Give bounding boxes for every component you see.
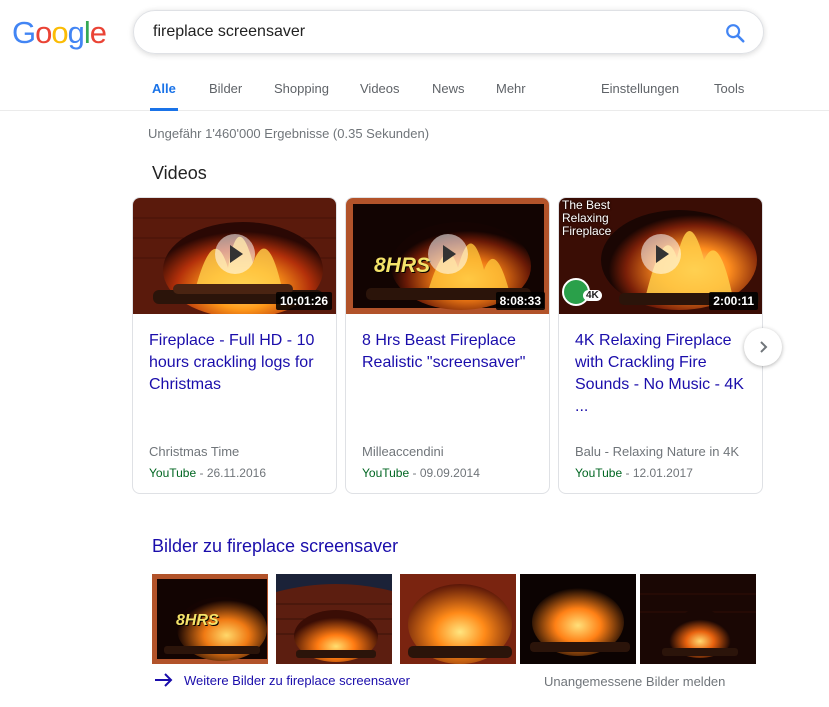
video-thumbnail[interactable]: 10:01:26 — [133, 198, 336, 314]
tab-mehr[interactable]: Mehr — [494, 66, 528, 111]
tab-bilder[interactable]: Bilder — [207, 66, 244, 111]
search-tabs: Alle Bilder Shopping Videos News Mehr Ei… — [0, 66, 829, 111]
fire-image — [640, 574, 756, 664]
video-date: - 09.09.2014 — [409, 466, 480, 480]
logo-letter: e — [89, 15, 107, 50]
logo-letter: G — [12, 15, 36, 50]
image-result[interactable] — [640, 574, 756, 664]
video-meta: YouTube - 12.01.2017 — [575, 466, 693, 480]
tab-shopping[interactable]: Shopping — [272, 66, 331, 111]
fire-image — [520, 574, 636, 664]
video-date: - 12.01.2017 — [622, 466, 693, 480]
video-platform: YouTube — [149, 466, 197, 480]
video-date: - 26.11.2016 — [196, 466, 266, 480]
video-channel: Christmas Time — [149, 444, 240, 459]
video-channel: Balu - Relaxing Nature in 4K — [575, 444, 740, 459]
video-title-link[interactable]: Fireplace - Full HD - 10 hours crackling… — [149, 330, 324, 396]
image-result[interactable] — [520, 574, 636, 664]
video-title-link[interactable]: 8 Hrs Beast Fireplace Realistic "screens… — [362, 330, 537, 374]
report-images-link[interactable]: Unangemessene Bilder melden — [544, 674, 725, 689]
image-result[interactable]: 8HRS — [152, 574, 268, 664]
fire-image — [400, 574, 516, 664]
play-icon[interactable] — [214, 234, 255, 274]
video-card[interactable]: The Best Relaxing Fireplace 4K 2:00:11 4… — [558, 197, 763, 494]
google-logo[interactable]: Google — [12, 15, 107, 51]
tab-videos[interactable]: Videos — [358, 66, 402, 111]
4k-badge: 4K — [583, 290, 602, 301]
images-section-title[interactable]: Bilder zu fireplace screensaver — [152, 536, 398, 557]
chevron-right-icon — [760, 341, 768, 353]
logo-letter: g — [67, 15, 85, 50]
logo-letter: o — [51, 15, 68, 50]
image-result[interactable] — [400, 574, 516, 664]
video-meta: YouTube - 09.09.2014 — [362, 466, 480, 480]
tab-einstellungen[interactable]: Einstellungen — [599, 66, 681, 111]
video-duration: 2:00:11 — [709, 292, 758, 310]
result-stats: Ungefähr 1'460'000 Ergebnisse (0.35 Seku… — [148, 126, 430, 141]
logo-letter: o — [35, 15, 52, 50]
video-thumbnail[interactable]: 8HRS 8:08:33 — [346, 198, 549, 314]
search-button[interactable] — [721, 19, 749, 47]
image-overlay-text: 8HRS — [176, 612, 219, 629]
tab-tools[interactable]: Tools — [712, 66, 746, 111]
play-icon[interactable] — [427, 234, 468, 274]
more-images-link[interactable]: Weitere Bilder zu fireplace screensaver — [154, 672, 410, 688]
search-input[interactable] — [153, 11, 693, 53]
more-images-label: Weitere Bilder zu fireplace screensaver — [184, 672, 410, 688]
video-duration: 8:08:33 — [495, 292, 545, 310]
arrow-right-icon — [155, 673, 173, 687]
video-platform: YouTube — [575, 466, 623, 480]
video-platform: YouTube — [362, 466, 410, 480]
play-icon[interactable] — [640, 234, 681, 274]
video-thumbnail[interactable]: The Best Relaxing Fireplace 4K 2:00:11 — [559, 198, 762, 314]
video-title-link[interactable]: 4K Relaxing Fireplace with Crackling Fir… — [575, 330, 750, 418]
video-card[interactable]: 8HRS 8:08:33 8 Hrs Beast Fireplace Reali… — [345, 197, 550, 494]
video-meta: YouTube - 26.11.2016 — [149, 466, 266, 480]
tab-news[interactable]: News — [430, 66, 467, 111]
image-result[interactable] — [276, 574, 392, 664]
video-card[interactable]: 10:01:26 Fireplace - Full HD - 10 hours … — [132, 197, 337, 494]
search-icon — [726, 24, 745, 43]
carousel-next-button[interactable] — [744, 328, 782, 366]
search-box — [133, 10, 764, 54]
tab-alle[interactable]: Alle — [150, 66, 178, 111]
video-duration: 10:01:26 — [275, 292, 332, 310]
thumbnail-overlay-text: 8HRS — [374, 254, 431, 277]
video-channel: Milleaccendini — [362, 444, 444, 459]
thumbnail-overlay-text: The Best Relaxing Fireplace — [562, 198, 612, 238]
videos-section-title: Videos — [152, 163, 207, 183]
fire-image — [276, 574, 392, 664]
